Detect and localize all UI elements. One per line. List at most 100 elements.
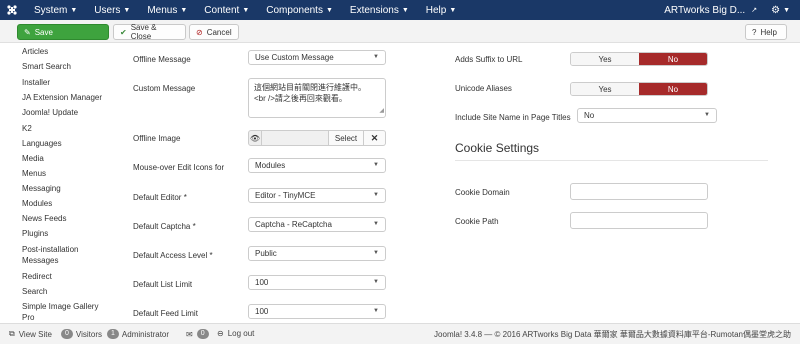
adds-suffix-no[interactable]: No (639, 53, 707, 65)
default-list-limit-select[interactable]: 100 ▼ (248, 275, 386, 290)
default-captcha-select[interactable]: Captcha - ReCaptcha ▼ (248, 217, 386, 232)
external-link-icon: ↗ (751, 7, 758, 14)
view-site-link[interactable]: ⧉ View Site (9, 329, 52, 339)
sidebar-item-ja-extension-manager[interactable]: JA Extension Manager (22, 93, 102, 103)
menu-menus[interactable]: Menus ▼ (137, 0, 194, 20)
sidebar-item-simple-image-gallery[interactable]: Simple Image Gallery (22, 302, 98, 312)
menu-components[interactable]: Components ▼ (256, 0, 340, 20)
chevron-down-icon: ▼ (242, 6, 250, 14)
joomla-logo-icon[interactable] (0, 0, 24, 20)
offline-image-select-button[interactable]: Select (328, 130, 364, 146)
cookie-path-input[interactable] (570, 212, 708, 229)
menu-users-label: Users (94, 4, 121, 16)
offline-image-field: 👁 Select ✕ (248, 130, 386, 146)
unicode-aliases-yes[interactable]: Yes (571, 83, 639, 95)
chevron-down-icon: ▼ (70, 6, 78, 14)
offline-message-label: Offline Message (133, 55, 191, 64)
cookie-settings-divider (455, 160, 768, 161)
default-list-limit-label: Default List Limit (133, 280, 193, 289)
chevron-down-icon: ▼ (180, 6, 188, 14)
sidebar-item-modules[interactable]: Modules (22, 199, 52, 209)
cookie-settings-heading: Cookie Settings (455, 141, 540, 155)
unicode-aliases-no[interactable]: No (639, 83, 707, 95)
sidebar-item-redirect[interactable]: Redirect (22, 272, 52, 282)
menu-system[interactable]: System ▼ (24, 0, 84, 20)
resize-handle-icon[interactable]: ◢ (379, 106, 384, 117)
site-name-link[interactable]: ARTworks Big D... (664, 5, 745, 16)
messages-count-badge: 0 (196, 329, 209, 339)
chevron-down-icon: ▼ (401, 6, 409, 14)
default-feed-limit-value: 100 (255, 307, 269, 316)
menu-help-label: Help (425, 4, 447, 16)
menu-extensions[interactable]: Extensions ▼ (340, 0, 416, 20)
check-icon: ✎ (24, 27, 31, 37)
chevron-down-icon: ▼ (373, 308, 379, 314)
custom-message-line1: 這個網站目前關閉進行維護中。 (254, 83, 366, 92)
sidebar-item-news-feeds[interactable]: News Feeds (22, 214, 66, 224)
menu-menus-label: Menus (147, 4, 178, 16)
administrator-status: 1 Administrator (107, 329, 169, 339)
cookie-domain-input[interactable] (570, 183, 708, 200)
messages-status[interactable]: ✉ 0 (186, 329, 212, 339)
save-button-label: Save (34, 27, 53, 37)
sidebar-item-smart-search[interactable]: Smart Search (22, 62, 71, 72)
chevron-down-icon: ▼ (373, 54, 379, 60)
sidebar-item-media[interactable]: Media (22, 154, 44, 164)
menu-help[interactable]: Help ▼ (416, 0, 464, 20)
sidebar-item-search[interactable]: Search (22, 287, 47, 297)
copyright-text: Joomla! 3.4.8 — © 2016 ARTworks Big Data… (434, 330, 791, 339)
sidebar-item-joomla-update[interactable]: Joomla! Update (22, 108, 78, 118)
default-access-level-label: Default Access Level * (133, 251, 213, 260)
adds-suffix-toggle: Yes No (570, 52, 708, 66)
save-close-button[interactable]: ✔ Save & Close (113, 23, 186, 41)
menu-content-label: Content (204, 4, 240, 16)
mouseover-edit-icons-select[interactable]: Modules ▼ (248, 158, 386, 173)
unicode-aliases-label: Unicode Aliases (455, 84, 512, 93)
sidebar-item-articles[interactable]: Articles (22, 47, 48, 57)
top-navbar: System ▼ Users ▼ Menus ▼ Content ▼ Component… (0, 0, 800, 20)
logout-link[interactable]: ⊖ Log out (217, 329, 254, 338)
adds-suffix-label: Adds Suffix to URL (455, 55, 523, 64)
envelope-icon: ✉ (186, 329, 193, 339)
clear-icon[interactable]: ✕ (364, 130, 386, 146)
default-access-level-value: Public (255, 249, 277, 258)
sidebar-item-post-installation-line2[interactable]: Messages (22, 256, 58, 266)
chevron-down-icon: ▼ (373, 279, 379, 285)
sidebar-item-messaging[interactable]: Messaging (22, 184, 61, 194)
view-site-label: View Site (18, 329, 52, 339)
sidebar-item-plugins[interactable]: Plugins (22, 229, 48, 239)
save-button[interactable]: ✎ Save (17, 24, 109, 40)
minus-circle-icon: ⊖ (217, 329, 224, 338)
cancel-button[interactable]: ⊘ Cancel (189, 24, 239, 40)
default-editor-value: Editor - TinyMCE (255, 191, 316, 200)
default-captcha-label: Default Captcha * (133, 222, 196, 231)
sidebar-item-k2[interactable]: K2 (22, 124, 32, 134)
help-button[interactable]: ? Help (745, 24, 787, 40)
default-access-level-select[interactable]: Public ▼ (248, 246, 386, 261)
menu-users[interactable]: Users ▼ (84, 0, 137, 20)
sidebar-item-post-installation[interactable]: Post-installation (22, 245, 78, 255)
custom-message-label: Custom Message (133, 84, 196, 93)
default-feed-limit-label: Default Feed Limit (133, 309, 198, 318)
default-editor-select[interactable]: Editor - TinyMCE ▼ (248, 188, 386, 203)
visitors-count-badge: 0 (61, 329, 73, 339)
cancel-button-label: Cancel (206, 27, 232, 37)
sidebar-item-menus[interactable]: Menus (22, 169, 46, 179)
default-list-limit-value: 100 (255, 278, 269, 287)
visitors-label: Visitors (75, 329, 102, 339)
default-feed-limit-select[interactable]: 100 ▼ (248, 304, 386, 319)
sidebar-item-simple-image-gallery-line2[interactable]: Pro (22, 313, 34, 323)
user-menu-gear-icon[interactable]: ⚙ (771, 5, 780, 16)
offline-message-value: Use Custom Message (255, 53, 334, 62)
menu-content[interactable]: Content ▼ (194, 0, 256, 20)
eye-icon[interactable]: 👁 (248, 130, 262, 146)
offline-message-select[interactable]: Use Custom Message ▼ (248, 50, 386, 65)
chevron-down-icon: ▼ (123, 6, 131, 14)
adds-suffix-yes[interactable]: Yes (571, 53, 639, 65)
custom-message-textarea[interactable]: 這個網站目前關閉進行維護中。 <br />請之後再回來觀看。 ◢ (248, 78, 386, 118)
chevron-down-icon: ▼ (783, 6, 790, 14)
sidebar-item-installer[interactable]: Installer (22, 78, 50, 88)
status-footer: ⧉ View Site 0 Visitors 1 Administrator ✉… (0, 323, 800, 344)
sidebar-item-languages[interactable]: Languages (22, 139, 62, 149)
site-name-in-titles-select[interactable]: No ▼ (577, 108, 717, 123)
